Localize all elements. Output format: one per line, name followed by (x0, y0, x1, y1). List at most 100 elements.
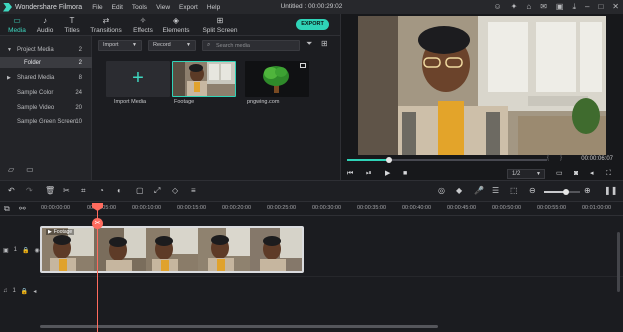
speed-icon[interactable]: ◔ (99, 186, 104, 196)
delete-icon[interactable]: 🗑 (45, 186, 55, 196)
timeline-horizontal-scrollbar[interactable] (40, 325, 438, 328)
play-pause-icon[interactable]: ⏯ (366, 169, 372, 178)
grid-view-icon[interactable]: ⊞ (321, 39, 328, 48)
menu-tools[interactable]: Tools (132, 4, 147, 11)
menu-edit[interactable]: Edit (112, 4, 123, 11)
playback-quality-dropdown[interactable]: 1/2 ▼ (507, 169, 545, 179)
chevron-right-icon[interactable]: ▶ (7, 75, 11, 81)
preview-video[interactable] (358, 16, 606, 155)
menu-view[interactable]: View (156, 4, 170, 11)
redo-icon[interactable]: ↷ (26, 186, 33, 196)
sidebar-item-sample-video[interactable]: Sample Video 20 (0, 102, 92, 113)
maximize-icon[interactable]: □ (598, 2, 603, 12)
previous-frame-icon[interactable]: ⏮ (347, 169, 353, 178)
clip-frame (250, 228, 302, 271)
user-icon[interactable]: ☺ (493, 2, 501, 12)
voiceover-icon[interactable]: ☰ (492, 186, 499, 196)
preview-scrubber-handle[interactable] (386, 157, 392, 163)
tab-effects[interactable]: ✧ Effects (126, 16, 160, 34)
volume-icon[interactable]: ◂ (590, 169, 594, 178)
store-icon[interactable]: ⌂ (526, 2, 531, 12)
import-dropdown[interactable]: Import ▼ (98, 40, 142, 51)
stop-icon[interactable]: ■ (403, 169, 407, 178)
undo-icon[interactable]: ↶ (8, 186, 15, 196)
audio-mixer-icon[interactable]: ≡ (191, 186, 196, 196)
preview-scrubber[interactable] (347, 157, 547, 163)
lock-icon[interactable]: 🔒 (22, 247, 29, 254)
zoom-slider[interactable] (544, 189, 580, 195)
green-screen-icon[interactable]: ▢ (136, 186, 144, 196)
chevron-down-icon[interactable]: ▼ (7, 47, 12, 53)
download-icon[interactable]: ⤓ (572, 2, 576, 12)
mark-in-icon[interactable]: { (547, 155, 549, 161)
search-input[interactable] (216, 42, 296, 49)
clip-frame-image (198, 228, 250, 271)
pause-icon[interactable]: ❚❚ (604, 186, 617, 196)
sidebar-item-sample-green-screen[interactable]: Sample Green Screen 10 (0, 116, 92, 127)
video-clip[interactable]: ▶ Footage (40, 226, 304, 273)
time-tick: 00:00:35:00 (357, 205, 387, 211)
render-icon[interactable]: ◎ (438, 186, 445, 196)
import-media-card[interactable]: + Import Media (106, 61, 170, 105)
snap-icon[interactable]: ⬚ (510, 186, 518, 196)
add-track-icon[interactable]: ⧉ (4, 204, 10, 214)
tab-transitions[interactable]: ⇄ Transitions (89, 16, 123, 34)
zoom-fit-icon[interactable]: ⤢ (154, 186, 160, 196)
lock-icon[interactable]: 🔒 (21, 288, 28, 295)
video-track-icon: ▣ (3, 247, 9, 254)
pngwing-thumbnail[interactable] (245, 61, 309, 97)
microphone-icon[interactable]: 🎤 (474, 186, 484, 196)
play-icon[interactable]: ▶ (385, 169, 390, 178)
fullscreen-icon[interactable]: ⛶ (606, 169, 611, 178)
zoom-slider-handle[interactable] (562, 189, 569, 195)
timeline-vertical-scrollbar[interactable] (617, 232, 620, 292)
record-dropdown[interactable]: Record ▼ (148, 40, 196, 51)
export-button[interactable]: EXPORT (296, 19, 329, 30)
marker-icon[interactable]: ◆ (456, 186, 462, 196)
close-icon[interactable]: ✕ (612, 2, 619, 12)
mail-icon[interactable]: ✉ (540, 2, 547, 12)
filter-icon[interactable]: ⏷ (306, 39, 312, 49)
gift-icon[interactable]: ✦ (511, 2, 518, 12)
color-icon[interactable]: ◐ (117, 186, 122, 196)
snapshot-icon[interactable]: ◙ (574, 169, 578, 178)
footage-card[interactable]: Footage (172, 61, 236, 105)
tab-titles[interactable]: T Titles (55, 16, 89, 34)
audio-track-lane[interactable] (40, 276, 623, 306)
keyframe-icon[interactable]: ◇ (172, 186, 178, 196)
sidebar-item-label: Sample Green Screen (17, 118, 77, 125)
scissors-icon[interactable]: ✂ (92, 218, 103, 229)
zoom-in-icon[interactable]: ⊕ (584, 186, 591, 196)
save-icon[interactable]: ▣ (556, 2, 564, 12)
clip-frame-image (94, 228, 146, 271)
menu-file[interactable]: File (92, 4, 102, 11)
speaker-icon[interactable]: ◂ (33, 288, 36, 295)
link-icon[interactable]: ⚯ (19, 204, 26, 213)
sidebar-item-sample-color[interactable]: Sample Color 24 (0, 87, 92, 98)
minimize-icon[interactable]: – (585, 2, 589, 12)
preview-panel: { } 00:00:06:07 ⏮ ⏯ ▶ ■ 1/2 ▼ ▭ ◙ ◂ ⛶ (340, 14, 623, 180)
tab-label: Elements (162, 27, 190, 34)
monitor-icon[interactable]: ▭ (556, 169, 563, 178)
menu-export[interactable]: Export (179, 4, 198, 11)
eye-icon[interactable]: ◉ (35, 247, 40, 254)
sidebar-item-project-media[interactable]: ▼ Project Media 2 (0, 44, 92, 55)
tab-elements[interactable]: ◈ Elements (159, 16, 193, 34)
tab-split-screen[interactable]: ⊞ Split Screen (198, 16, 242, 34)
time-tick: 00:00:20:00 (222, 205, 252, 211)
search-box[interactable]: ⌕ (202, 40, 300, 51)
clip-frame (94, 228, 146, 271)
pngwing-card[interactable]: pngwing.com (245, 61, 309, 105)
import-thumbnail[interactable]: + (106, 61, 170, 97)
sidebar-item-shared-media[interactable]: ▶ Shared Media 8 (0, 72, 92, 83)
menu-help[interactable]: Help (207, 4, 220, 11)
folder-add-icon[interactable]: ▭ (26, 165, 34, 174)
mark-out-icon[interactable]: } (560, 155, 562, 161)
crop-icon[interactable]: ⌗ (81, 186, 86, 196)
new-folder-icon[interactable]: ▱ (8, 165, 14, 174)
footage-thumbnail[interactable] (172, 61, 236, 97)
media-caption: Import Media (114, 99, 147, 105)
zoom-out-icon[interactable]: ⊖ (529, 186, 536, 196)
cut-icon[interactable]: ✂ (63, 186, 70, 196)
sidebar-item-folder[interactable]: Folder 2 (0, 57, 92, 68)
